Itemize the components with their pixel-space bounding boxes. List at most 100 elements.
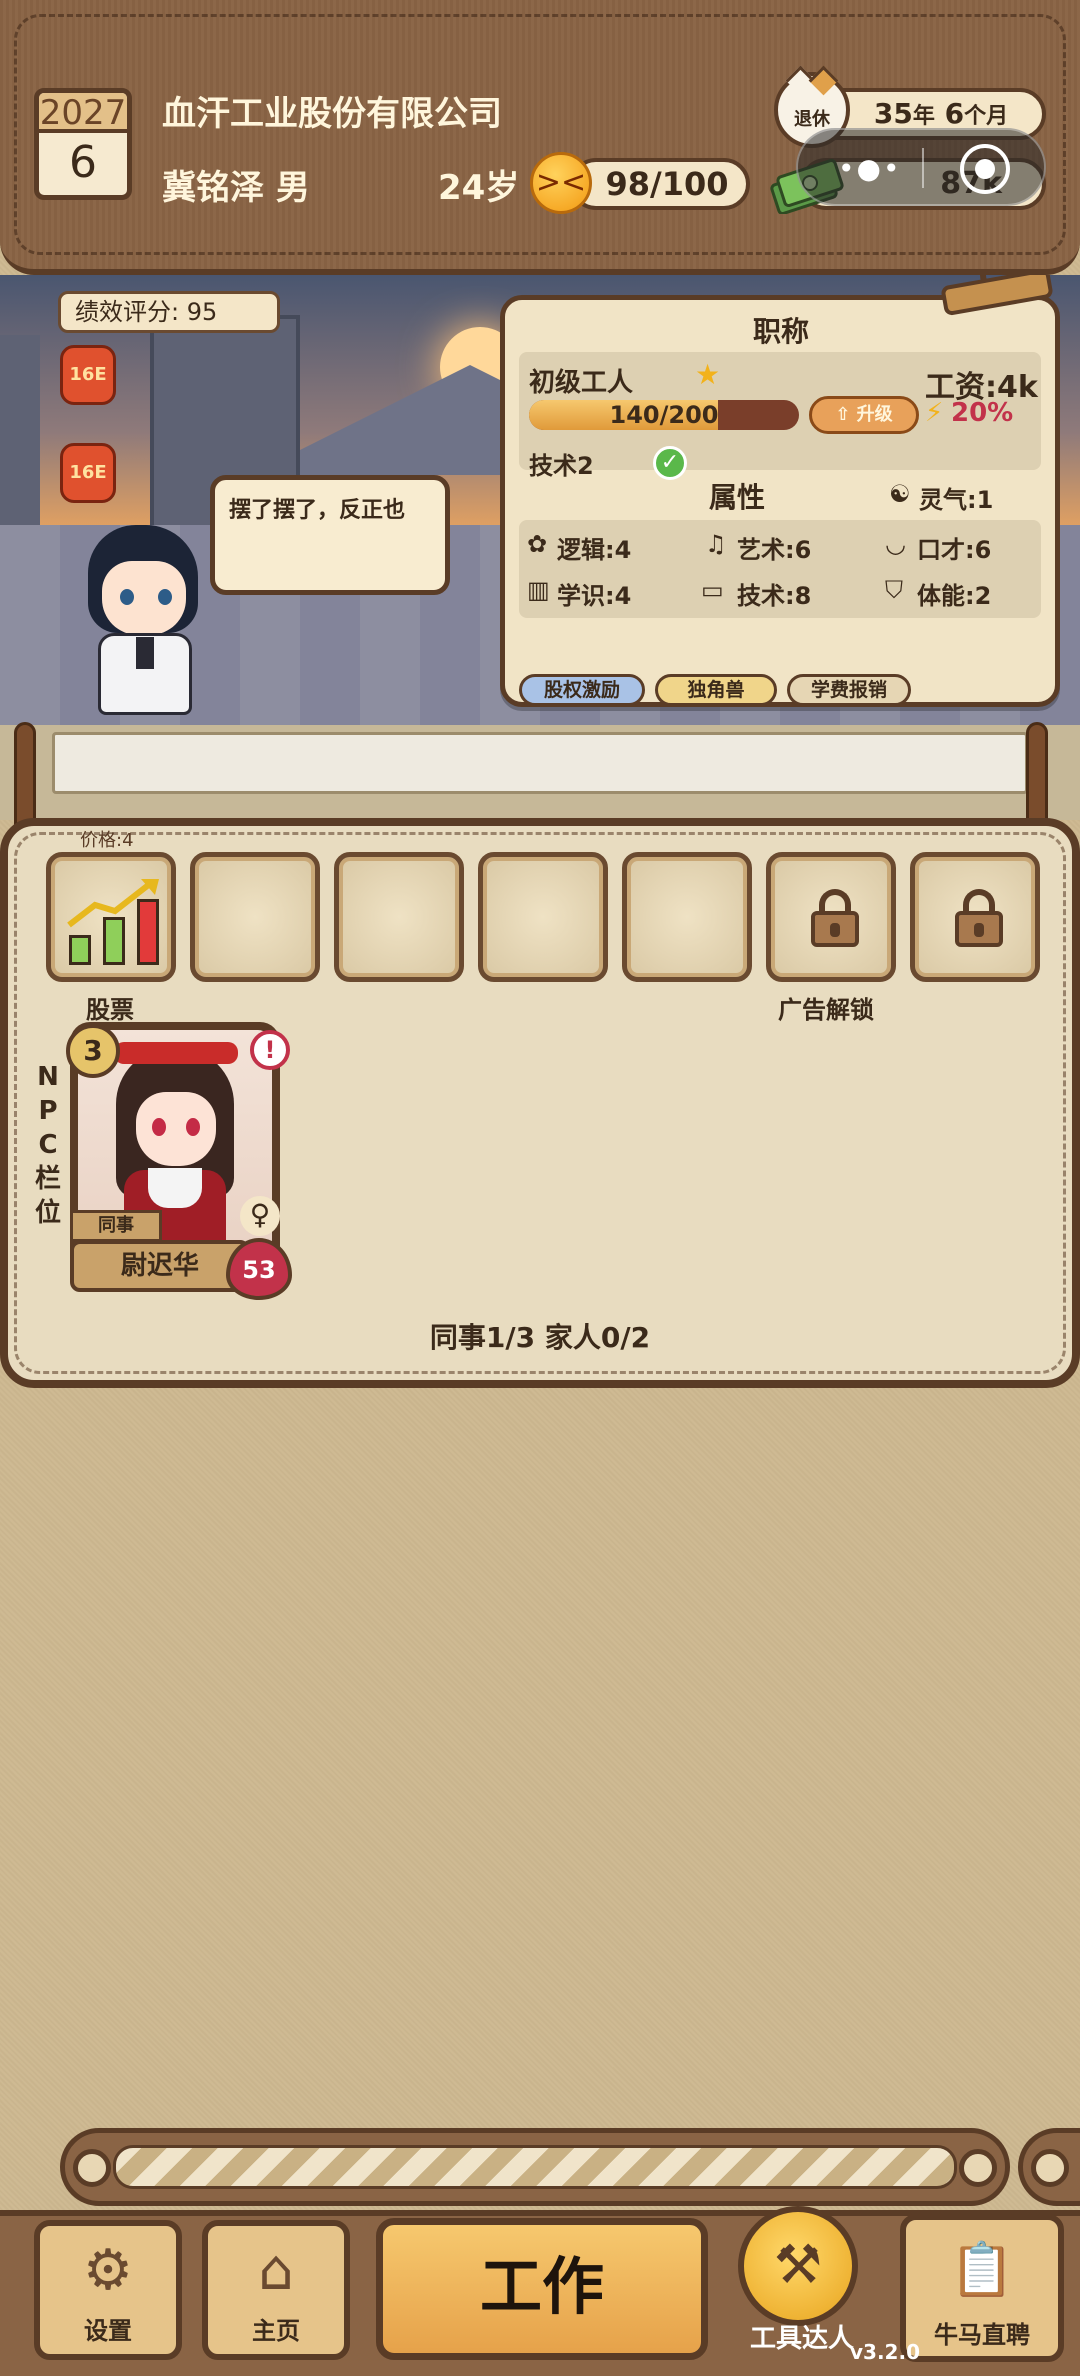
retire-years: 35 <box>873 97 913 130</box>
brain-icon: ✿ <box>527 530 548 558</box>
character-face <box>102 561 186 635</box>
paper-clip-icon <box>940 275 1054 317</box>
check-icon: ✓ <box>653 446 687 480</box>
yin-yang-icon: ☯ <box>889 480 911 508</box>
side-rail-knob <box>1031 2149 1069 2187</box>
npc-role: 同事 <box>70 1210 162 1242</box>
hire-label: 牛马直聘 <box>934 2321 1030 2349</box>
shield-icon: ⛉ <box>885 576 903 604</box>
speech-bubble: 摆了摆了，反正也 <box>210 475 450 595</box>
retire-months: 6 <box>944 97 965 130</box>
stat-eloquence: 口才:6 <box>917 536 992 564</box>
stat-art: 艺术:6 <box>737 536 812 564</box>
company-name: 血汗工业股份有限公司 <box>162 94 502 134</box>
npc-count: 同事1/3 家人0/2 <box>429 1321 651 1354</box>
side-rail <box>1018 2128 1080 2206</box>
performance-score: 绩效评分: 95 <box>58 291 280 333</box>
work-button[interactable]: 工作 <box>376 2218 708 2360</box>
slot-empty-2[interactable] <box>334 852 464 982</box>
tag-unicorn[interactable]: 独角兽 <box>655 674 777 706</box>
slot-locked-2[interactable] <box>910 852 1040 982</box>
npc-level-badge: 3 <box>66 1024 120 1078</box>
character-tie <box>136 637 154 669</box>
exp-progress-text: 140/200 <box>609 401 719 429</box>
npc-side-label: N P C 栏 位 <box>32 1060 64 1230</box>
npc-side-char: 位 <box>34 1198 61 1228</box>
upgrade-label: 升级 <box>856 404 893 425</box>
capsule-divider <box>922 148 924 188</box>
npc-face <box>136 1092 216 1166</box>
player-name: 冀铭泽 男 <box>162 168 310 208</box>
lantern-lower: 16E <box>60 443 116 503</box>
slot-empty-3[interactable] <box>478 852 608 982</box>
gear-icon: ⚙ <box>82 2238 134 2303</box>
player-character[interactable] <box>70 525 220 721</box>
work-progress-track <box>113 2145 957 2189</box>
npc-side-char: C <box>38 1130 58 1160</box>
lips-icon: ◡ <box>885 530 906 558</box>
office-scene: 16E 16E 绩效评分: 95 摆了摆了，反正也 职称 初级工人 ★ 工资:4… <box>0 275 1080 725</box>
npc-side-char: N <box>37 1062 59 1092</box>
stat-tech: 技术:8 <box>737 582 812 610</box>
slot-stock[interactable] <box>46 852 176 982</box>
npc-collar <box>148 1168 202 1208</box>
book-icon: ▥ <box>527 576 550 604</box>
npc-eye <box>186 1118 200 1136</box>
home-button[interactable]: ⌂ 主页 <box>202 2220 350 2360</box>
calendar-month: 6 <box>69 137 97 188</box>
job-rank: 初级工人 <box>529 368 634 398</box>
character-eye <box>158 589 172 605</box>
slot-stock-label: 股票 <box>86 996 134 1024</box>
star-icon: ★ <box>695 358 721 391</box>
stat-logic: 逻辑:4 <box>557 536 632 564</box>
mood-meter: 98/100 <box>570 158 750 210</box>
npc-headband <box>114 1042 238 1064</box>
tag-equity[interactable]: 股权激励 <box>519 674 645 706</box>
work-progress-rail <box>60 2128 1010 2206</box>
notice-bar <box>52 732 1028 794</box>
player-age: 24岁 <box>438 168 520 208</box>
clipboard-icon: 📋 <box>949 2240 1015 2300</box>
lantern-upper: 16E <box>60 345 116 405</box>
version-label: v3.2.0 <box>850 2340 920 2364</box>
more-options-icon[interactable]: •●• <box>838 152 901 185</box>
npc-side-char: P <box>38 1096 58 1126</box>
home-label: 主页 <box>252 2317 300 2345</box>
aura-stat: 灵气:1 <box>919 486 994 514</box>
calendar-year: 2027 <box>39 93 127 133</box>
settings-button[interactable]: ⚙ 设置 <box>34 2220 182 2360</box>
mood-face-icon: >< <box>530 152 592 214</box>
mini-program-capsule[interactable]: •●• <box>796 128 1046 206</box>
npc-eye <box>152 1118 166 1136</box>
female-icon: ♀ <box>240 1196 280 1236</box>
music-note-icon: ♫ <box>705 530 727 558</box>
retire-years-unit: 年 <box>912 104 935 129</box>
character-eye <box>120 589 134 605</box>
hammer-icon[interactable]: ⚒ <box>738 2206 858 2326</box>
lock-icon <box>811 889 859 947</box>
skill-requirement: 技术2 <box>529 452 594 480</box>
slot-locked-1[interactable] <box>766 852 896 982</box>
upgrade-button[interactable]: ⇧ 升级 <box>809 396 919 434</box>
hire-button[interactable]: 📋 牛马直聘 <box>900 2214 1064 2362</box>
retire-badge-label: 退休 <box>794 109 830 130</box>
stock-chart-icon <box>65 875 165 965</box>
bolt-icon: ⚡ <box>925 398 944 428</box>
attr-section-title: 属性 <box>709 481 766 514</box>
stock-price: 价格:4 <box>80 830 134 851</box>
close-program-icon[interactable] <box>960 144 1010 194</box>
job-info-panel: 职称 初级工人 ★ 工资:4k 140/200 ⇧ 升级 ⚡ 20% 技术2 ✓… <box>500 295 1060 707</box>
slot-empty-1[interactable] <box>190 852 320 982</box>
slot-empty-4[interactable] <box>622 852 752 982</box>
settings-label: 设置 <box>84 2317 132 2345</box>
npc-alert-icon[interactable]: ! <box>250 1030 290 1070</box>
stat-stamina: 体能:2 <box>917 582 992 610</box>
progress-knob-right <box>959 2149 997 2187</box>
calendar: 2027 6 <box>34 88 132 200</box>
npc-name: 尉迟华 <box>70 1240 250 1292</box>
progress-knob-left <box>73 2149 111 2187</box>
retire-months-unit: 个月 <box>964 104 1009 129</box>
tag-tuition[interactable]: 学费报销 <box>787 674 911 706</box>
monitor-icon: ▭ <box>701 576 724 604</box>
home-icon: ⌂ <box>258 2238 294 2303</box>
